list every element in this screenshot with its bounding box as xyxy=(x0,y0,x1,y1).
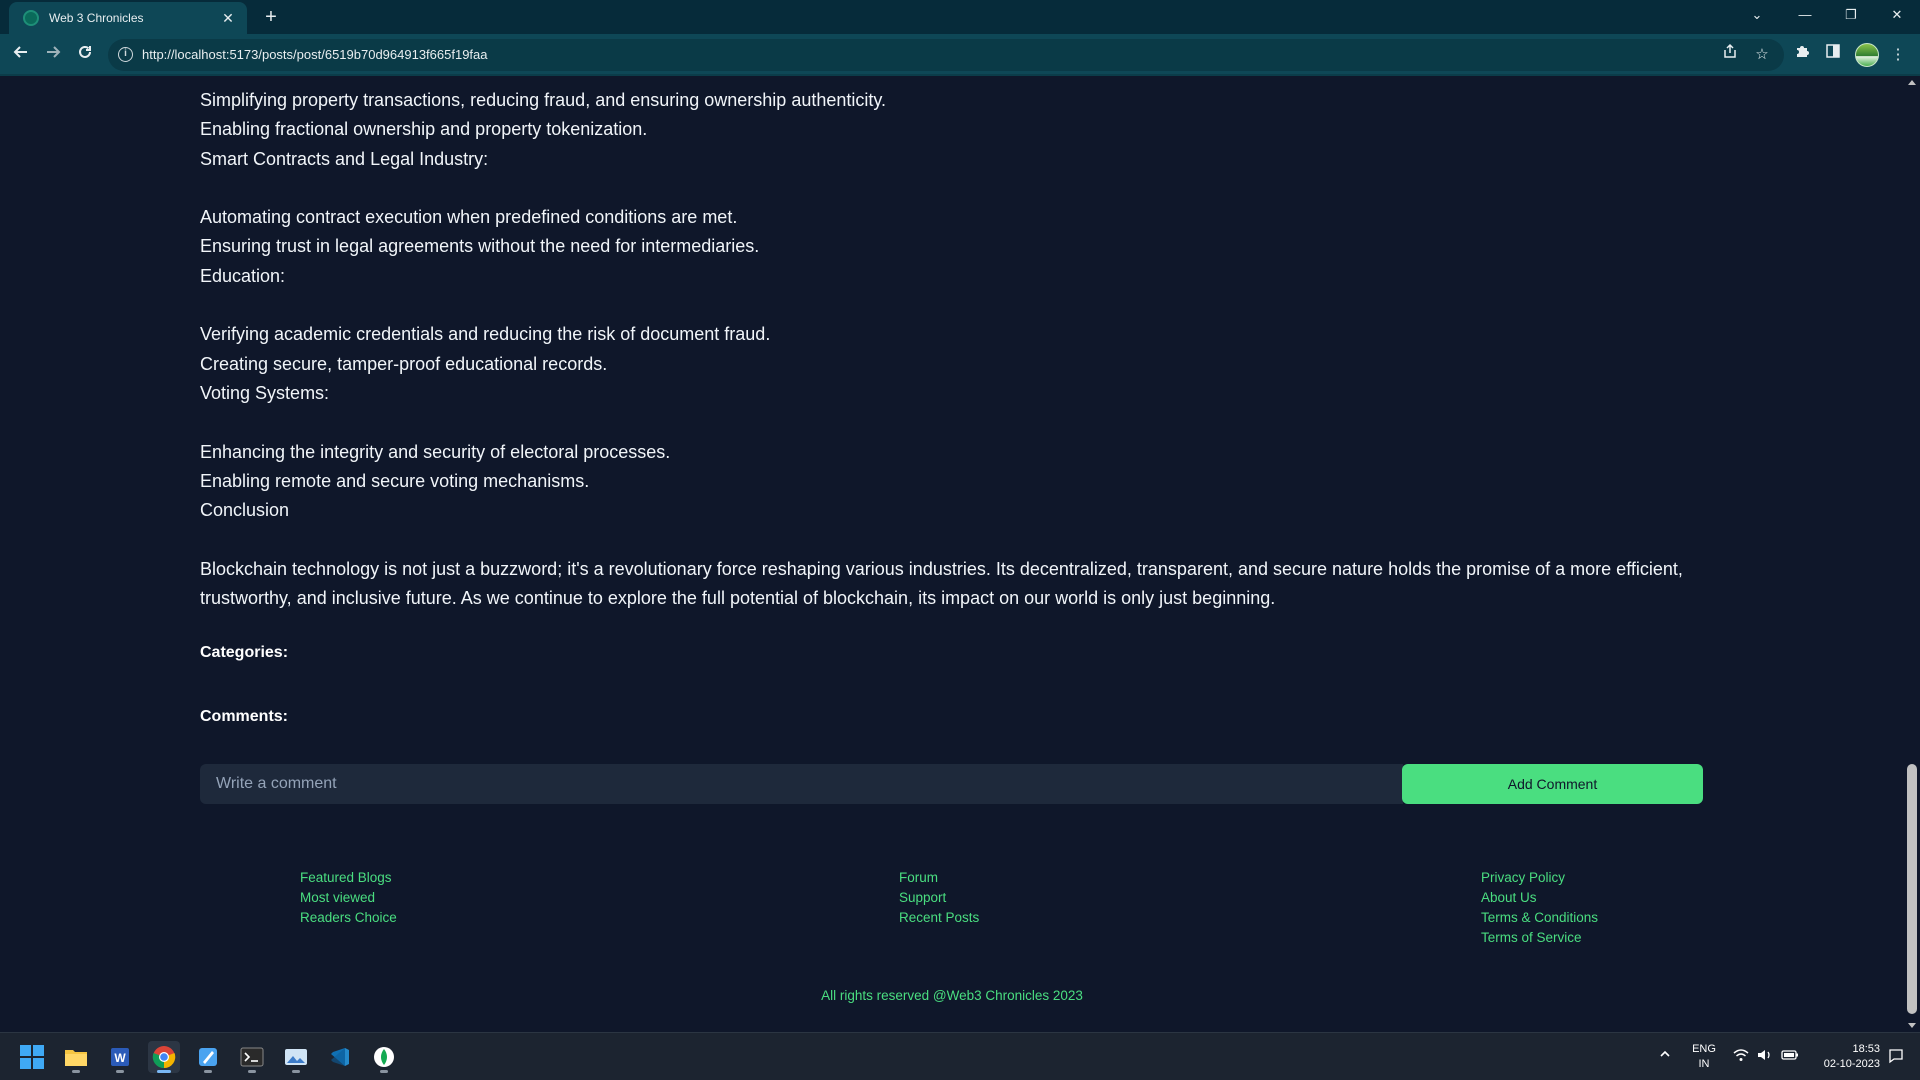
article-spacer xyxy=(200,408,1700,437)
share-icon[interactable] xyxy=(1718,43,1742,67)
reload-icon[interactable] xyxy=(72,42,98,68)
extensions-puzzle-icon[interactable] xyxy=(1790,43,1814,67)
article-line: Enabling remote and secure voting mechan… xyxy=(200,470,590,491)
footer-link-most-viewed[interactable]: Most viewed xyxy=(300,888,397,908)
tab-close-icon[interactable]: ✕ xyxy=(219,10,237,27)
wifi-icon[interactable] xyxy=(1733,1048,1749,1065)
footer-column-legal: Privacy Policy About Us Terms & Conditio… xyxy=(1481,868,1598,948)
paint-icon[interactable] xyxy=(192,1041,224,1073)
article-heading: Conclusion xyxy=(200,500,290,521)
footer-copyright: All rights reserved @Web3 Chronicles 202… xyxy=(821,988,1083,1003)
footer-link-forum[interactable]: Forum xyxy=(899,868,979,888)
tab-search-icon[interactable]: ⌄ xyxy=(1736,0,1778,30)
url-text[interactable]: http://localhost:5173/posts/post/6519b70… xyxy=(142,47,488,62)
mongodb-compass-icon[interactable] xyxy=(368,1041,400,1073)
volume-icon[interactable] xyxy=(1757,1048,1773,1065)
back-arrow-icon[interactable] xyxy=(8,42,34,68)
new-tab-button[interactable]: + xyxy=(258,4,284,30)
forward-arrow-icon[interactable] xyxy=(40,42,66,68)
clock-date: 02-10-2023 xyxy=(1823,1058,1880,1070)
close-window-button[interactable]: ✕ xyxy=(1876,0,1918,30)
add-comment-button[interactable]: Add Comment xyxy=(1402,764,1703,804)
footer-link-readers-choice[interactable]: Readers Choice xyxy=(300,908,397,928)
browser-tab[interactable]: Web 3 Chronicles ✕ xyxy=(9,2,247,34)
word-icon[interactable]: W xyxy=(104,1041,136,1073)
scroll-down-arrow-icon[interactable] xyxy=(1908,1023,1916,1028)
site-favicon-icon xyxy=(23,10,39,26)
footer-column-community: Forum Support Recent Posts xyxy=(899,868,979,928)
article-heading: Smart Contracts and Legal Industry: xyxy=(200,148,489,169)
article-heading: Voting Systems: xyxy=(200,382,330,403)
article-line: Enhancing the integrity and security of … xyxy=(200,441,671,462)
browser-menu-icon[interactable]: ⋮ xyxy=(1886,43,1910,67)
language-region: IN xyxy=(1698,1058,1710,1070)
footer-link-recent-posts[interactable]: Recent Posts xyxy=(899,908,979,928)
address-bar[interactable]: i http://localhost:5173/posts/post/6519b… xyxy=(108,39,1784,71)
scroll-up-arrow-icon[interactable] xyxy=(1908,80,1916,85)
footer-link-terms-of-service[interactable]: Terms of Service xyxy=(1481,928,1598,948)
footer-link-featured-blogs[interactable]: Featured Blogs xyxy=(300,868,397,888)
comments-label: Comments: xyxy=(200,708,289,725)
side-panel-icon[interactable] xyxy=(1821,43,1845,67)
footer-link-terms-conditions[interactable]: Terms & Conditions xyxy=(1481,908,1598,928)
footer-link-support[interactable]: Support xyxy=(899,888,979,908)
article-spacer xyxy=(200,291,1700,320)
chrome-icon[interactable] xyxy=(148,1041,180,1073)
start-icon[interactable] xyxy=(16,1041,48,1073)
tab-title: Web 3 Chronicles xyxy=(49,11,144,25)
footer-link-privacy-policy[interactable]: Privacy Policy xyxy=(1481,868,1598,888)
windows-taskbar: W ENG IN 18:53 02-10-2023 xyxy=(0,1032,1920,1080)
minimize-button[interactable]: — xyxy=(1784,0,1826,30)
show-hidden-icons-chevron-icon[interactable] xyxy=(1658,1047,1672,1064)
restore-button[interactable]: ❐ xyxy=(1830,0,1872,30)
article-line: Creating secure, tamper-proof educationa… xyxy=(200,353,608,374)
article-conclusion-paragraph: Blockchain technology is not just a buzz… xyxy=(200,558,1683,609)
article-line: Verifying academic credentials and reduc… xyxy=(200,324,771,345)
article-line: Simplifying property transactions, reduc… xyxy=(200,90,887,110)
terminal-icon[interactable] xyxy=(236,1041,268,1073)
article-line: Enabling fractional ownership and proper… xyxy=(200,119,648,140)
article-spacer xyxy=(200,174,1700,203)
vscode-icon[interactable] xyxy=(324,1041,356,1073)
comment-input[interactable] xyxy=(200,764,1403,804)
svg-text:W: W xyxy=(114,1051,126,1065)
categories-label: Categories: xyxy=(200,644,289,661)
article-body: Simplifying property transactions, reduc… xyxy=(200,86,1700,613)
scrollbar-thumb[interactable] xyxy=(1907,764,1917,1014)
photos-icon[interactable] xyxy=(280,1041,312,1073)
browser-tab-bar: Web 3 Chronicles ✕ + ⌄ — ❐ ✕ xyxy=(0,0,1920,34)
browser-toolbar: i http://localhost:5173/posts/post/6519b… xyxy=(0,34,1920,76)
page-viewport: Simplifying property transactions, reduc… xyxy=(0,76,1904,1032)
bookmark-star-icon[interactable]: ☆ xyxy=(1750,43,1774,67)
page-scrollbar[interactable] xyxy=(1904,76,1920,1032)
site-info-icon[interactable]: i xyxy=(118,47,133,62)
profile-avatar[interactable] xyxy=(1855,43,1879,67)
article-line: Automating contract execution when prede… xyxy=(200,207,738,228)
clock-time: 18:53 xyxy=(1852,1043,1880,1055)
language-indicator[interactable]: ENG IN xyxy=(1690,1042,1718,1072)
file-explorer-icon[interactable] xyxy=(60,1041,92,1073)
language-code: ENG xyxy=(1692,1043,1716,1055)
article-spacer xyxy=(200,525,1700,554)
footer-link-about-us[interactable]: About Us xyxy=(1481,888,1598,908)
footer-column-blogs: Featured Blogs Most viewed Readers Choic… xyxy=(300,868,397,928)
article-heading: Education: xyxy=(200,265,286,286)
article-line: Ensuring trust in legal agreements witho… xyxy=(200,236,760,257)
clock[interactable]: 18:53 02-10-2023 xyxy=(1810,1042,1880,1072)
notifications-icon[interactable] xyxy=(1888,1048,1904,1067)
battery-icon[interactable] xyxy=(1781,1048,1799,1065)
